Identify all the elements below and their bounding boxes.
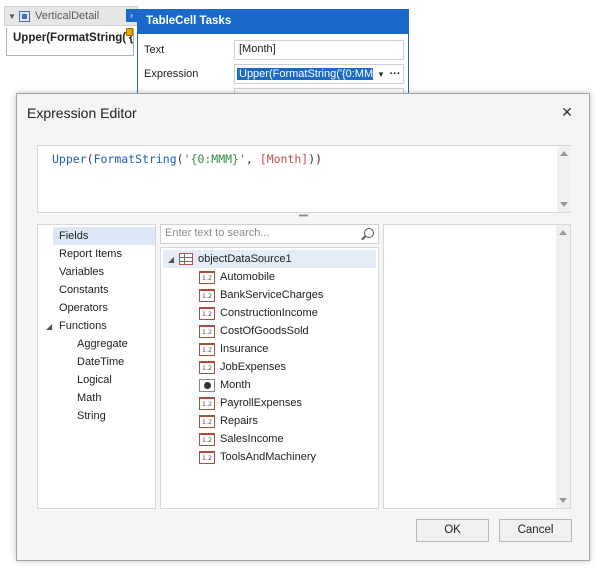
number-field-icon: 1.2 (199, 270, 215, 284)
category-fields[interactable]: Fields (53, 227, 155, 245)
number-field-icon: 1.2 (199, 360, 215, 374)
category-math[interactable]: Math (38, 389, 155, 407)
number-field-icon: 1.2 (199, 414, 215, 428)
category-string[interactable]: String (38, 407, 155, 425)
field-item[interactable]: Month (199, 376, 251, 394)
expression-editor-dialog: Expression Editor ✕ Upper(FormatString('… (16, 93, 590, 561)
number-field-icon: 1.2 (199, 324, 215, 338)
datetime-field-icon (199, 378, 215, 392)
field-item[interactable]: 1.2 Automobile (199, 268, 275, 286)
search-placeholder: Enter text to search... (165, 227, 270, 239)
field-item[interactable]: 1.2 SalesIncome (199, 430, 284, 448)
scroll-down-icon[interactable] (560, 202, 568, 207)
text-field[interactable]: [Month] (234, 40, 404, 60)
search-icon[interactable] (364, 228, 374, 238)
expression-text-area[interactable]: Upper(FormatString('{0:MMM}', [Month])) (37, 145, 571, 213)
dialog-title: Expression Editor (27, 105, 137, 121)
category-aggregate[interactable]: Aggregate (38, 335, 155, 353)
function-token: FormatString (93, 152, 177, 166)
editor-scrollbar[interactable] (557, 146, 571, 212)
number-field-icon: 1.2 (199, 450, 215, 464)
smart-tag-button[interactable]: › (126, 9, 137, 22)
collapse-arrow-icon[interactable]: ▼ (5, 12, 19, 21)
description-scrollbar[interactable] (556, 225, 570, 508)
function-token: Upper (52, 152, 87, 166)
category-operators[interactable]: Operators (38, 299, 155, 317)
field-item[interactable]: 1.2 Insurance (199, 340, 268, 358)
chevron-down-icon[interactable]: ▼ (375, 70, 387, 79)
cancel-button[interactable]: Cancel (499, 519, 572, 542)
number-field-icon: 1.2 (199, 306, 215, 320)
close-icon[interactable]: ✕ (557, 102, 577, 122)
field-item[interactable]: 1.2 ToolsAndMachinery (199, 448, 316, 466)
number-field-icon: 1.2 (199, 432, 215, 446)
number-field-icon: 1.2 (199, 288, 215, 302)
text-label: Text (144, 44, 165, 56)
data-source-node[interactable]: ◢ objectDataSource1 (163, 250, 376, 268)
expression-label: Expression (144, 68, 199, 80)
field-item[interactable]: 1.2 JobExpenses (199, 358, 286, 376)
field-item[interactable]: 1.2 CostOfGoodsSold (199, 322, 309, 340)
category-label: Functions (59, 320, 107, 332)
category-report-items[interactable]: Report Items (38, 245, 155, 263)
scroll-up-icon[interactable] (559, 230, 567, 235)
field-tree: ◢ objectDataSource1 1.2 Automobile 1.2 Ban… (160, 247, 379, 509)
expression-field[interactable]: Upper(FormatString('{0:MMM ▼ ··· (234, 64, 404, 84)
field-item[interactable]: 1.2 ConstructionIncome (199, 304, 318, 322)
table-cell[interactable]: Upper(FormatString('{ (6, 28, 134, 56)
category-datetime[interactable]: DateTime (38, 353, 155, 371)
data-source-label: objectDataSource1 (198, 253, 292, 265)
field-item[interactable]: 1.2 PayrollExpenses (199, 394, 302, 412)
category-functions[interactable]: ◢ Functions (38, 317, 155, 335)
ok-button[interactable]: OK (416, 519, 489, 542)
category-list: Fields Report Items Variables Constants … (37, 224, 156, 509)
field-token: [Month] (259, 152, 309, 166)
number-field-icon: 1.2 (199, 396, 215, 410)
band-header[interactable]: ▼ VerticalDetail (4, 6, 138, 26)
scroll-down-icon[interactable] (559, 498, 567, 503)
category-variables[interactable]: Variables (38, 263, 155, 281)
description-panel (383, 224, 571, 509)
scroll-up-icon[interactable] (560, 151, 568, 156)
expand-arrow-icon[interactable]: ◢ (163, 255, 179, 264)
search-input[interactable]: Enter text to search... (160, 224, 379, 244)
ellipsis-button[interactable]: ··· (387, 68, 403, 80)
band-label: VerticalDetail (35, 10, 100, 22)
tasks-title: TableCell Tasks (138, 10, 408, 34)
table-icon (179, 253, 193, 265)
field-item[interactable]: 1.2 BankServiceCharges (199, 286, 323, 304)
category-constants[interactable]: Constants (38, 281, 155, 299)
field-item[interactable]: 1.2 Repairs (199, 412, 258, 430)
expand-arrow-icon[interactable]: ◢ (46, 318, 59, 336)
expression-value[interactable]: Upper(FormatString('{0:MMM (237, 68, 373, 80)
category-logical[interactable]: Logical (38, 371, 155, 389)
detail-band-icon (19, 10, 30, 22)
expression-marker-icon (126, 28, 133, 36)
number-field-icon: 1.2 (199, 342, 215, 356)
string-token: '{0:MMM}' (183, 152, 246, 166)
splitter-grip[interactable]: •••••• (296, 213, 310, 220)
